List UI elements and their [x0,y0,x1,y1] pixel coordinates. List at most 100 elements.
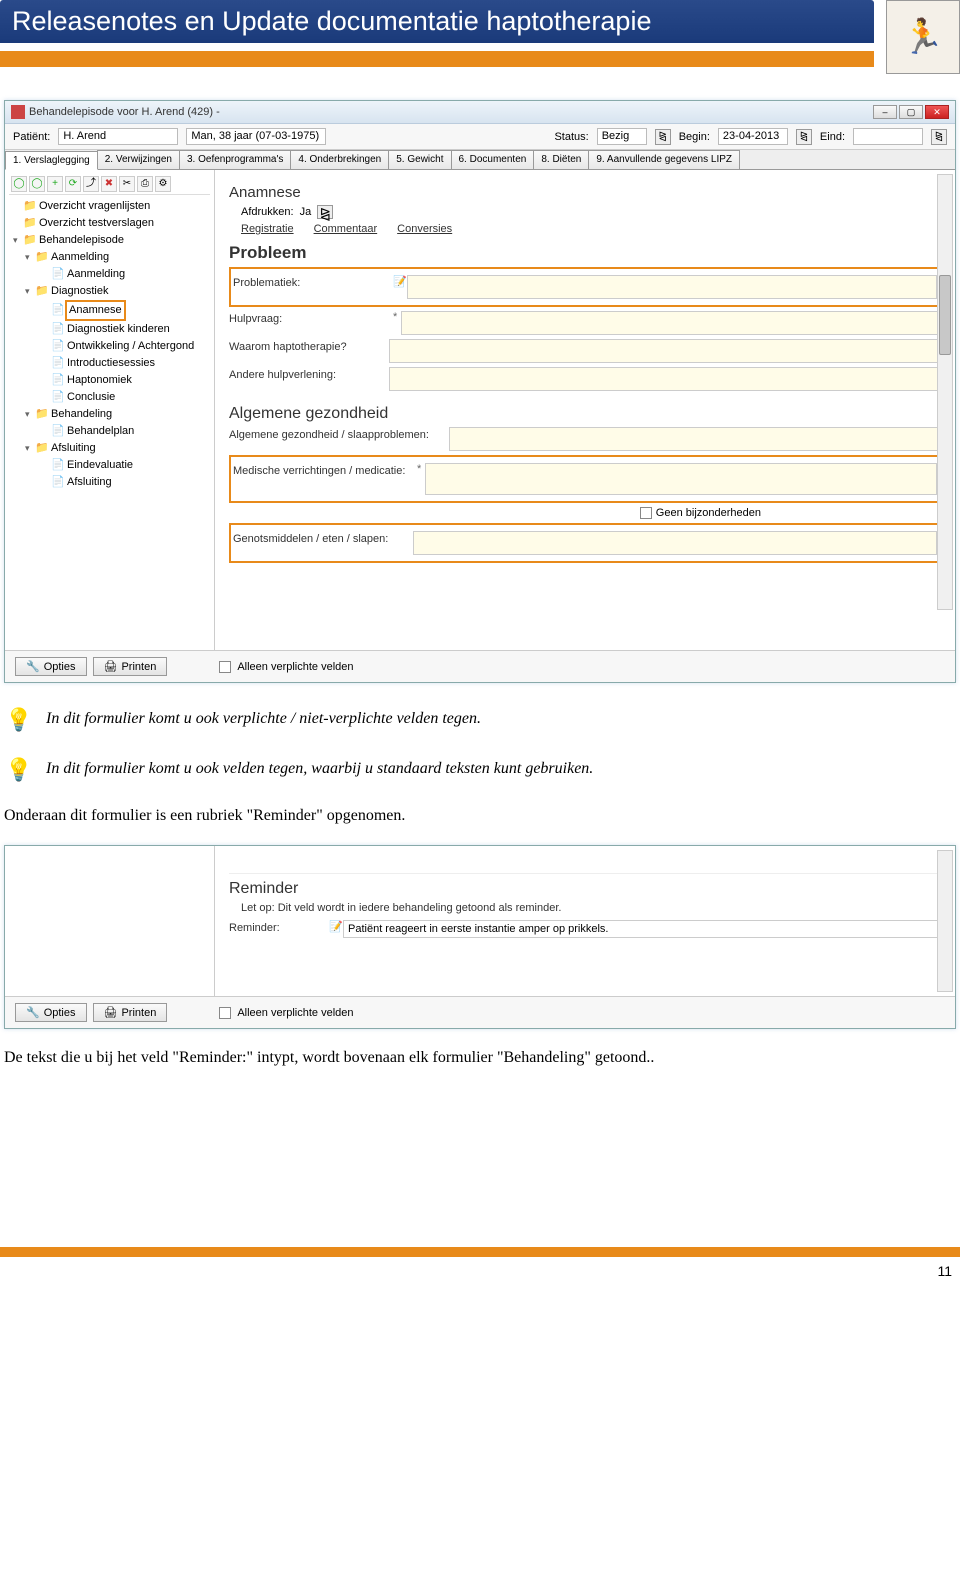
minimize-button[interactable]: – [873,105,897,119]
subtab-commentaar[interactable]: Commentaar [314,223,378,235]
tree-item[interactable]: ▾📁Afsluiting [9,440,210,457]
alleen-checkbox[interactable] [219,661,231,673]
section-probleem: Probleem [229,243,941,263]
tree-item[interactable]: ▾📁Diagnostiek [9,283,210,300]
scrollbar[interactable] [937,174,953,610]
tree-item[interactable]: ▾📁Behandelepisode [9,232,210,249]
genot-label: Genotsmiddelen / eten / slapen: [233,531,413,545]
begin-label: Begin: [679,131,710,143]
logo: 🏃 [886,0,960,74]
alleen-checkbox-2[interactable] [219,1007,231,1019]
genot-input[interactable] [413,531,937,555]
opties-button-2[interactable]: 🔧Opties [15,1003,87,1022]
screenshot-main: Behandelepisode voor H. Arend (429) - – … [4,100,956,683]
scrollbar-2[interactable] [937,850,953,992]
bulb-icon: 💡 [4,707,34,733]
afdruk-button[interactable]: ⧎ [317,205,333,219]
document-icon: 📄 [51,338,65,355]
patient-name-field[interactable]: H. Arend [58,128,178,145]
begin-date-button[interactable]: ⧎ [796,129,812,145]
required-star: * [393,311,397,323]
tree-item[interactable]: 📁Overzicht vragenlijsten [9,198,210,215]
tree-item[interactable]: 📄Aanmelding [9,266,210,283]
note-2-text: In dit formulier komt u ook velden tegen… [46,757,593,778]
document-icon: 📄 [51,423,65,440]
tree-item[interactable]: 📄Conclusie [9,389,210,406]
toolbar-settings-icon[interactable]: ⚙ [155,176,171,192]
tab-dieten[interactable]: 8. Diëten [533,150,589,169]
tab-gewicht[interactable]: 5. Gewicht [388,150,451,169]
toolbar-delete-icon[interactable]: ✖ [101,176,117,192]
tab-documenten[interactable]: 6. Documenten [451,150,535,169]
printen-button[interactable]: 🖨Printen [93,657,168,676]
geen-bijz-checkbox[interactable] [640,507,652,519]
opties-button[interactable]: 🔧Opties [15,657,87,676]
hulpvraag-input[interactable] [401,311,941,335]
status-dropdown-button[interactable]: ⧎ [655,129,671,145]
medische-label: Medische verrichtingen / medicatie: [233,463,413,477]
subtab-registratie[interactable]: Registratie [241,223,294,235]
main-area: ◯ ◯ + ⟳ ⤴ ✖ ✂ ⎙ ⚙ 📁Overzicht vragenlijst… [5,170,955,650]
alggez-label: Algemene gezondheid / slaapproblemen: [229,427,449,441]
sidebar: ◯ ◯ + ⟳ ⤴ ✖ ✂ ⎙ ⚙ 📁Overzicht vragenlijst… [5,170,215,650]
tab-onderbrekingen[interactable]: 4. Onderbrekingen [290,150,389,169]
genot-highlight: Genotsmiddelen / eten / slapen: [229,523,941,563]
runner-icon: 🏃 [902,17,944,57]
maximize-button[interactable]: ▢ [899,105,923,119]
toolbar-refresh-icon[interactable]: ⟳ [65,176,81,192]
tree-item[interactable]: 📁Overzicht testverslagen [9,215,210,232]
s2-sidebar [5,846,215,996]
end-label: Eind: [820,131,845,143]
printen-button-2[interactable]: 🖨Printen [93,1003,168,1022]
print-icon: 🖨 [104,1006,118,1019]
medische-input[interactable] [425,463,937,495]
toolbar-icon-1[interactable]: ◯ [11,176,27,192]
reminder-input[interactable]: Patiënt reageert in eerste instantie amp… [343,920,941,938]
close-button[interactable]: ✕ [925,105,949,119]
reminder-template-icon[interactable]: 📝 [329,920,343,934]
tree-label: Diagnostiek kinderen [65,321,172,338]
reminder-label: Reminder: [229,920,329,934]
bottom-bar: 🔧Opties 🖨Printen Alleen verplichte velde… [5,650,955,682]
status-field[interactable]: Bezig [597,128,647,145]
begin-date-field[interactable]: 23-04-2013 [718,128,788,145]
problematiek-highlight: Problematiek: 📝 [229,267,941,307]
tree-item[interactable]: 📄Diagnostiek kinderen [9,321,210,338]
tree-label: Afsluiting [49,440,98,457]
waarom-input[interactable] [389,339,941,363]
tree-label: Haptonomiek [65,372,134,389]
toolbar-cut-icon[interactable]: ✂ [119,176,135,192]
document-icon: 📄 [51,355,65,372]
tab-verslaglegging[interactable]: 1. Verslaglegging [5,151,98,170]
tree-item[interactable]: 📄Behandelplan [9,423,210,440]
tab-oefenprogrammas[interactable]: 3. Oefenprogramma's [179,150,291,169]
text-template-icon[interactable]: 📝 [393,275,407,289]
scroll-thumb[interactable] [939,275,951,355]
tree-item[interactable]: 📄Afsluiting [9,474,210,491]
toolbar-add-icon[interactable]: + [47,176,63,192]
tab-verwijzingen[interactable]: 2. Verwijzingen [97,150,180,169]
window-buttons: – ▢ ✕ [873,105,949,119]
afdruk-row: Afdrukken: Ja ⧎ [241,205,941,219]
tree-item[interactable]: 📄Ontwikkeling / Achtergond [9,338,210,355]
tree-item[interactable]: 📄Introductiesessies [9,355,210,372]
folder-icon: 📁 [23,232,37,249]
tree-label: Behandelepisode [37,232,126,249]
tab-aanvullende[interactable]: 9. Aanvullende gegevens LIPZ [588,150,740,169]
toolbar-icon-2[interactable]: ◯ [29,176,45,192]
toolbar-print-icon[interactable]: ⎙ [137,176,153,192]
problematiek-input[interactable] [407,275,937,299]
tree-item[interactable]: 📄Haptonomiek [9,372,210,389]
tree-item[interactable]: ▾📁Behandeling [9,406,210,423]
alggez-input[interactable] [449,427,941,451]
end-date-button[interactable]: ⧎ [931,129,947,145]
andere-input[interactable] [389,367,941,391]
folder-icon: 📁 [35,440,49,457]
toolbar-icon-5[interactable]: ⤴ [83,176,99,192]
tree-item[interactable]: ▾📁Aanmelding [9,249,210,266]
bottom-bar-2: 🔧Opties 🖨Printen Alleen verplichte velde… [5,996,955,1028]
end-date-field[interactable] [853,128,923,145]
subtab-conversies[interactable]: Conversies [397,223,452,235]
tree-item[interactable]: 📄Anamnese [9,300,210,321]
tree-item[interactable]: 📄Eindevaluatie [9,457,210,474]
